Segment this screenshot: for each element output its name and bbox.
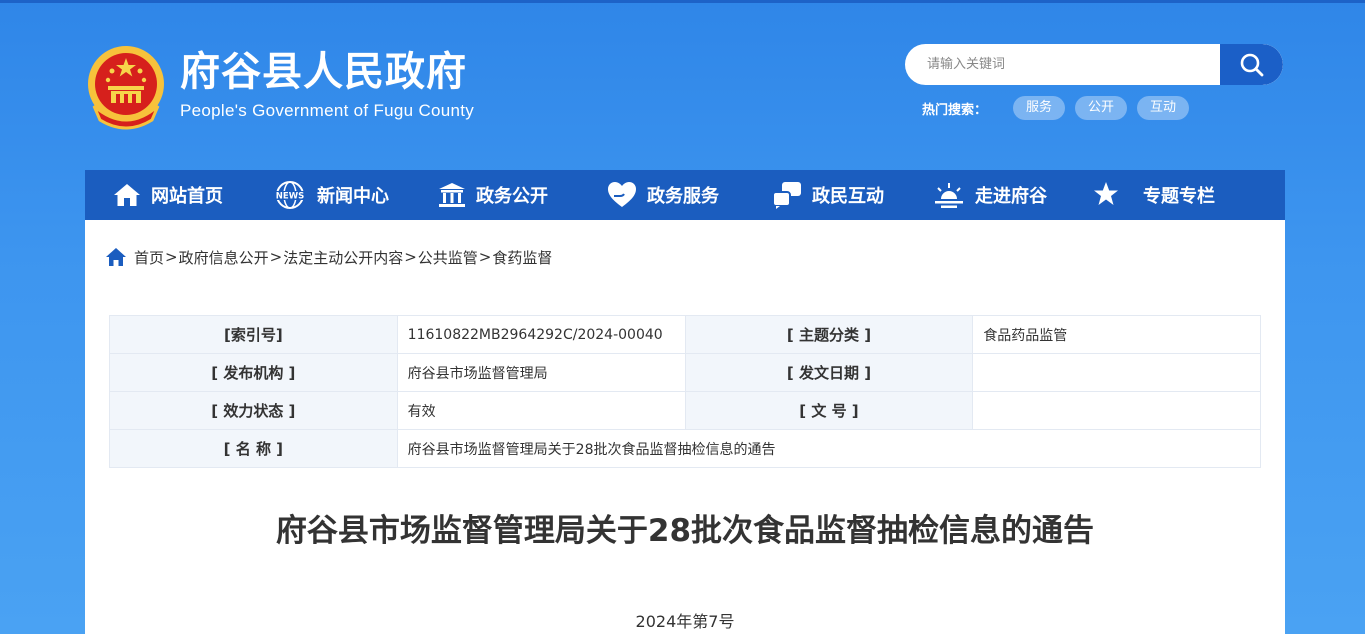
home-icon [114,184,140,206]
issue-date-value [972,353,1261,392]
validity-value: 有效 [396,391,686,430]
search-input[interactable] [905,44,1220,85]
breadcrumb-separator: > [404,248,417,266]
nav-item-label: 政务服务 [647,186,719,207]
issuer-label: [ 发布机构 ] [109,353,398,392]
document-number-value [972,391,1261,430]
nav-item-label: 政务公开 [476,186,548,207]
nav-item-news[interactable]: NEWS 新闻中心 [273,170,389,220]
svg-text:NEWS: NEWS [276,192,304,202]
table-row: [ 名 称 ] 府谷县市场监督管理局关于28批次食品监督抽检信息的通告 [109,429,1262,468]
site-title[interactable]: 府谷县人民政府 [180,46,467,98]
nav-item-open-government[interactable]: 政务公开 [438,170,548,220]
issuer-value: 府谷县市场监督管理局 [396,353,686,392]
site-header: 府谷县人民政府 People's Government of Fugu Coun… [0,0,1365,170]
document-number-label: [ 文 号 ] [684,391,974,430]
nav-item-label: 网站首页 [151,186,223,207]
main-content: 首页 > 政府信息公开 > 法定主动公开内容 > 公共监管 > 食药监督 [索引… [85,220,1285,634]
search-box [905,44,1283,85]
breadcrumb-food-drug[interactable]: 食药监督 [492,247,552,268]
nav-item-label: 专题专栏 [1143,186,1215,207]
name-value: 府谷县市场监督管理局关于28批次食品监督抽检信息的通告 [396,429,1262,468]
breadcrumb-separator: > [269,248,283,266]
document-title: 府谷县市场监督管理局关于28批次食品监督抽检信息的通告 [275,513,1095,549]
nav-item-government-service[interactable]: 政务服务 [607,170,719,220]
index-number-label: [索引号] [109,315,398,354]
hot-tag-interaction[interactable]: 互动 [1137,96,1190,120]
breadcrumb-statutory-content[interactable]: 法定主动公开内容 [283,247,403,268]
news-icon: NEWS [274,181,306,209]
breadcrumb-separator: > [165,248,178,266]
breadcrumb: 首页 > 政府信息公开 > 法定主动公开内容 > 公共监管 > 食药监督 [105,247,552,267]
nav-item-home[interactable]: 网站首页 [113,170,223,220]
document-number: 2024年第7号 [635,612,735,631]
breadcrumb-info-disclosure[interactable]: 政府信息公开 [179,247,269,268]
table-row: [ 发布机构 ] 府谷县市场监督管理局 [ 发文日期 ] [109,353,1261,392]
name-label: [ 名 称 ] [109,429,398,468]
hot-search-label: 热门搜索： [922,103,988,118]
sunrise-icon [935,183,963,208]
breadcrumb-public-supervision[interactable]: 公共监管 [418,247,478,268]
interaction-icon [772,182,801,209]
hot-tag-service[interactable]: 服务 [1013,96,1066,120]
nav-item-label: 走进府谷 [975,186,1047,207]
document-meta-table: [索引号] 11610822MB2964292C/2024-00040 [ 主题… [109,315,1262,468]
nav-item-label: 新闻中心 [317,186,389,207]
national-emblem-icon[interactable] [86,44,166,130]
nav-item-label: 政民互动 [812,186,884,207]
government-building-icon [439,183,465,207]
heart-hand-icon [608,182,636,207]
breadcrumb-home[interactable]: 首页 [134,247,164,268]
site-subtitle: People's Government of Fugu County [180,101,475,120]
breadcrumb-separator: > [478,248,492,266]
table-row: [ 效力状态 ] 有效 [ 文 号 ] [109,391,1261,430]
nav-item-interaction[interactable]: 政民互动 [772,170,884,220]
issue-date-label: [ 发文日期 ] [684,353,974,392]
index-number-value: 11610822MB2964292C/2024-00040 [396,315,686,354]
topic-value: 食品药品监管 [972,315,1261,354]
star-trophy-icon [1094,182,1118,205]
search-icon [1240,53,1263,76]
home-icon [106,248,126,266]
hot-tag-public[interactable]: 公开 [1075,96,1128,120]
topic-label: [ 主题分类 ] [684,315,974,354]
main-nav: 网站首页 NEWS 新闻中心 政务公开 政务服务 政民互动 走进府谷 专题专栏 [85,170,1285,220]
nav-item-special-topics[interactable]: 专题专栏 [1093,170,1215,220]
nav-item-about-fugu[interactable]: 走进府谷 [933,170,1047,220]
validity-label: [ 效力状态 ] [109,391,398,430]
table-row: [索引号] 11610822MB2964292C/2024-00040 [ 主题… [109,315,1261,354]
search-button[interactable] [1220,44,1283,85]
